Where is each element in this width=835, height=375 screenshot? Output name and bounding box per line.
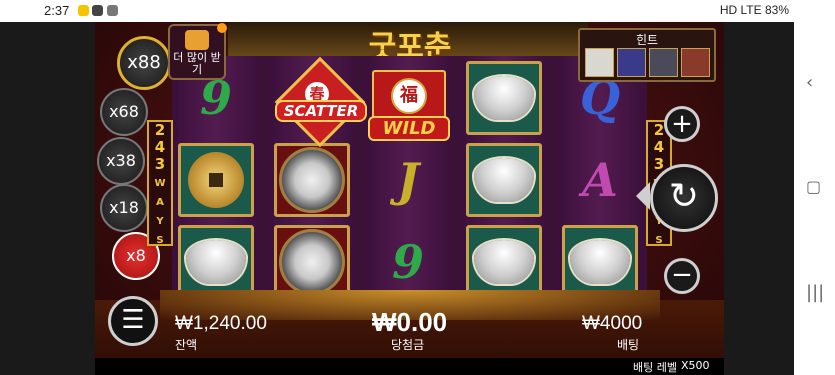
- chat-icon: [92, 5, 103, 16]
- badge-dot: [217, 23, 227, 33]
- hint-panel[interactable]: 힌트: [578, 28, 716, 82]
- symbol-knot: [273, 225, 351, 299]
- hint-thumb-ingot: [585, 48, 614, 77]
- symbol-wild: 福 WILD: [368, 68, 450, 142]
- more-rewards-label: 더 많이 받기: [173, 51, 221, 76]
- hint-thumb-lantern: [617, 48, 646, 77]
- bet-value: ₩4000: [582, 313, 643, 334]
- multiplier-x88: x88: [117, 36, 171, 90]
- gift-icon: [185, 30, 209, 50]
- scatter-label: SCATTER: [275, 100, 367, 122]
- symbol-nine: 9: [391, 235, 424, 289]
- menu-button[interactable]: ☰: [108, 296, 158, 346]
- symbol-ingot: [177, 225, 255, 299]
- ingot-icon: [474, 76, 534, 120]
- multiplier-x68: x68: [100, 88, 148, 136]
- ingot-icon: [186, 240, 246, 284]
- symbol-ingot: [465, 225, 543, 299]
- game-title: 굿포춘: [368, 30, 452, 65]
- reel-5: Q A: [556, 56, 644, 301]
- bet-increase-button[interactable]: +: [664, 106, 700, 142]
- multiplier-x18: x18: [100, 184, 148, 232]
- win-value: ₩0.00: [372, 307, 448, 337]
- symbol-coin: [177, 143, 255, 217]
- status-time: 2:37: [44, 3, 70, 18]
- footer-bar: 배팅 레벨 X500: [95, 358, 724, 375]
- back-icon[interactable]: ‹: [806, 72, 813, 93]
- coin-icon: [188, 152, 244, 208]
- ingot-icon: [570, 240, 630, 284]
- spin-button[interactable]: ↻: [650, 164, 718, 232]
- balance-value: ₩1,240.00: [175, 313, 267, 334]
- bet-level-label: 배팅 레벨: [633, 361, 677, 374]
- multiplier-x38: x38: [97, 137, 145, 185]
- knot-icon: [279, 229, 345, 295]
- win-label: 당첨금: [391, 338, 425, 352]
- hint-thumb-knot: [681, 48, 710, 77]
- recents-icon[interactable]: |||: [806, 282, 824, 303]
- symbol-scatter: 春 SCATTER: [270, 56, 367, 148]
- notification-icon: [78, 5, 89, 16]
- reel-1: 9: [172, 56, 260, 301]
- symbol-ingot: [561, 225, 639, 299]
- ways-label-left: 243WAYS: [147, 120, 173, 246]
- bet-label: 배팅: [617, 338, 640, 352]
- symbol-ingot: [465, 143, 543, 217]
- bet-level-value: X500: [681, 359, 710, 372]
- system-nav-bar: ‹ ▢ |||: [794, 22, 835, 375]
- symbol-a: A: [582, 153, 618, 207]
- symbol-ingot: [465, 61, 543, 135]
- symbol-j: J: [397, 153, 419, 207]
- balance-label: 잔액: [175, 338, 198, 352]
- ingot-icon: [474, 158, 534, 202]
- more-rewards-button[interactable]: 더 많이 받기: [168, 23, 227, 80]
- bet-decrease-button[interactable]: −: [664, 258, 700, 294]
- spin-arrow-icon: [636, 182, 650, 210]
- hint-label: 힌트: [635, 33, 659, 47]
- wild-label: WILD: [368, 116, 450, 141]
- hint-thumb-fan: [649, 48, 678, 77]
- reel-4: [460, 56, 548, 301]
- symbol-knot: [273, 143, 351, 217]
- ingot-icon: [474, 240, 534, 284]
- knot-icon: [279, 147, 345, 213]
- wild-emblem: 福: [391, 78, 427, 114]
- image-icon: [107, 5, 118, 16]
- status-bar: 2:37 HD LTE 83%: [0, 0, 835, 22]
- home-icon[interactable]: ▢: [806, 177, 821, 196]
- status-indicators: HD LTE 83%: [719, 3, 789, 17]
